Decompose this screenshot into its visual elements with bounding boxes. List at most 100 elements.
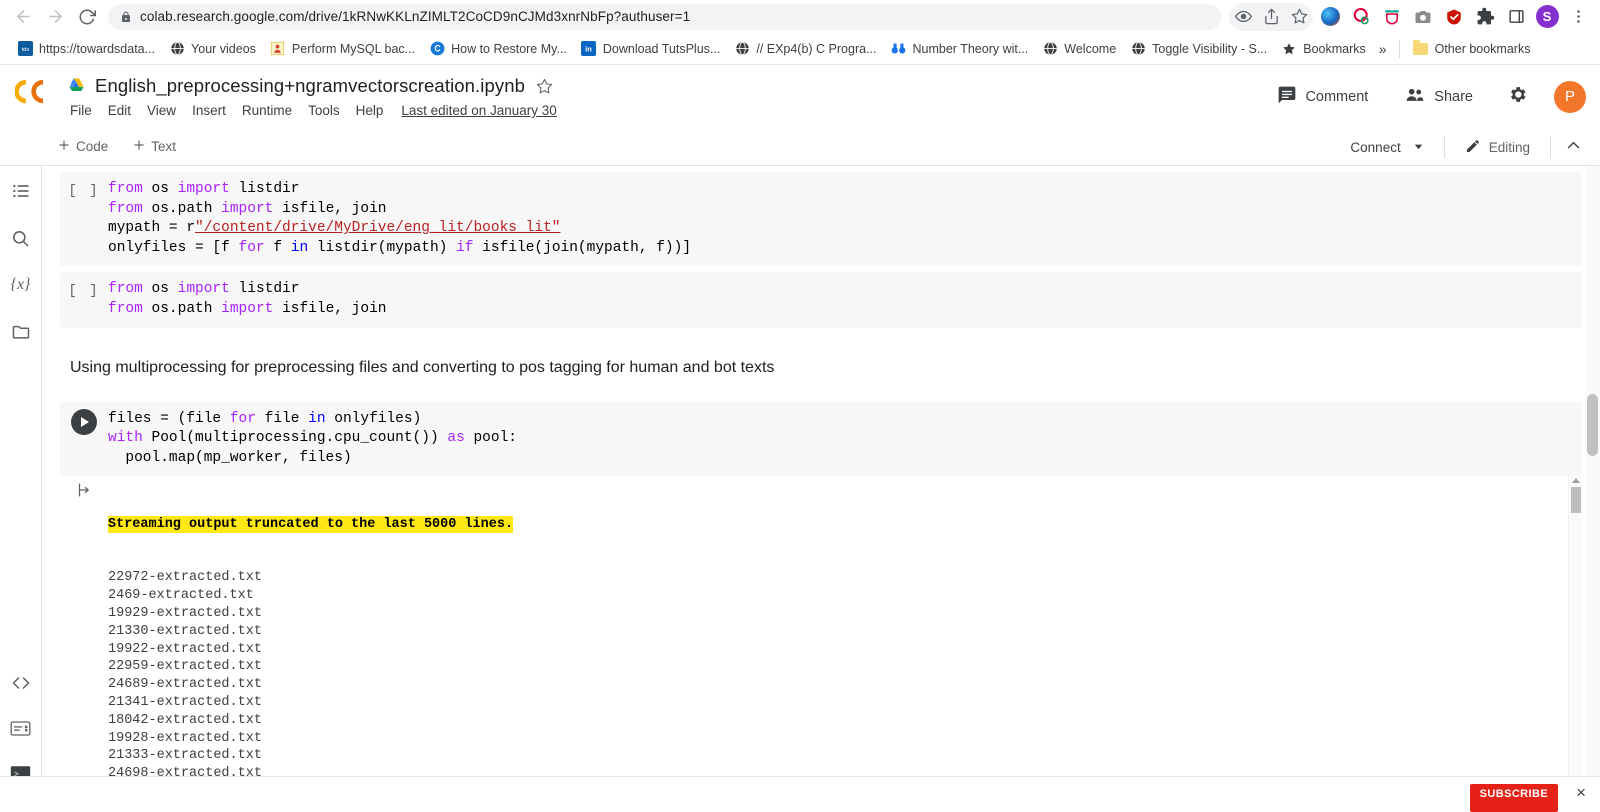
eye-icon[interactable] (1229, 3, 1257, 31)
colab-logo[interactable] (8, 65, 64, 104)
bookmark-item[interactable]: // EXp4(b) C Progra... (727, 38, 883, 60)
menu-view[interactable]: View (139, 100, 184, 121)
extension-shield-icon[interactable] (1440, 3, 1468, 31)
bookmark-star-icon[interactable] (1285, 3, 1313, 31)
editing-mode-button[interactable]: Editing (1455, 132, 1540, 163)
code-line: files = (file for file in onlyfiles) (108, 410, 517, 430)
other-bookmarks-folder[interactable]: Other bookmarks (1406, 38, 1538, 60)
back-icon[interactable] (8, 2, 38, 32)
extension-chrome-icon[interactable] (1316, 3, 1344, 31)
run-cell-prompt[interactable]: [ ] (68, 282, 99, 319)
extension-tab-icon[interactable] (1378, 3, 1406, 31)
bottom-overlay-bar: SUBSCRIBE × (0, 776, 1600, 807)
code-token: as (447, 430, 473, 446)
bookmark-item[interactable]: Number Theory wit... (884, 38, 1036, 60)
code-token: "/content/drive/MyDrive/eng_lit/books_li… (195, 220, 560, 236)
menu-file[interactable]: File (62, 100, 100, 121)
main-body: {x} >_ [ ] from os import listdirfrom os… (0, 166, 1600, 800)
notebook-scroll-area[interactable]: [ ] from os import listdirfrom os.path i… (42, 166, 1600, 800)
star-outline-icon[interactable] (534, 76, 555, 97)
code-token: from (108, 181, 152, 197)
last-edited-label[interactable]: Last edited on January 30 (395, 100, 562, 121)
share-button[interactable]: Share (1396, 79, 1481, 115)
menu-runtime[interactable]: Runtime (234, 100, 300, 121)
code-line: onlyfiles = [f for f in listdir(mypath) … (108, 239, 691, 259)
code-token: isfile, join (282, 201, 386, 217)
output-scrollbar[interactable] (1568, 476, 1582, 776)
menu-insert[interactable]: Insert (184, 100, 234, 121)
cell-gutter (60, 410, 108, 469)
page-scrollbar-thumb[interactable] (1587, 394, 1598, 456)
code-token: os (152, 181, 178, 197)
browser-action-icons: S (1229, 3, 1592, 31)
reload-icon[interactable] (72, 2, 102, 32)
output-line: 22959-extracted.txt (108, 658, 1582, 676)
code-token: files = (file (108, 411, 230, 427)
code-token: pool: (473, 430, 517, 446)
bookmark-label: // EXp4(b) C Progra... (756, 42, 876, 56)
code-cell[interactable]: [ ] from os import listdirfrom os.path i… (60, 272, 1582, 327)
bookmarks-overflow-icon[interactable]: » (1373, 38, 1393, 60)
other-bookmarks-label: Other bookmarks (1435, 42, 1531, 56)
share-icon[interactable] (1257, 3, 1285, 31)
toolbar-right-group: Connect Editing (1340, 128, 1586, 166)
bookmark-item[interactable]: Your videos (162, 38, 263, 60)
output-line: 24689-extracted.txt (108, 676, 1582, 694)
menu-help[interactable]: Help (348, 100, 392, 121)
bookmark-folder-bookmarks[interactable]: Bookmarks (1274, 38, 1373, 60)
search-icon[interactable] (6, 223, 36, 253)
profile-avatar[interactable]: S (1533, 3, 1561, 31)
code-cell-running[interactable]: files = (file for file in onlyfiles)with… (60, 402, 1582, 477)
subscribe-button[interactable]: SUBSCRIBE (1470, 784, 1558, 812)
variables-icon[interactable]: {x} (6, 270, 36, 300)
run-cell-button[interactable] (71, 409, 97, 435)
comment-icon (1277, 85, 1297, 109)
bookmark-item[interactable]: Welcome (1035, 38, 1123, 60)
editing-label: Editing (1489, 140, 1530, 155)
avatar[interactable]: P (1554, 81, 1586, 113)
bookmark-item[interactable]: C How to Restore My... (422, 38, 574, 60)
settings-button[interactable] (1501, 78, 1534, 115)
table-of-contents-icon[interactable] (6, 176, 36, 206)
output-file-list: 22972-extracted.txt2469-extracted.txt199… (108, 569, 1582, 776)
output-scrollbar-thumb[interactable] (1571, 487, 1581, 513)
forward-icon[interactable] (40, 2, 70, 32)
markdown-text-cell[interactable]: Using multiprocessing for preprocessing … (60, 350, 1582, 386)
output-text[interactable]: Streaming output truncated to the last 5… (108, 476, 1582, 776)
code-cell[interactable]: [ ] from os import listdirfrom os.path i… (60, 172, 1582, 266)
add-code-cell-button[interactable]: Code (48, 133, 117, 160)
extension-qr-icon[interactable] (1347, 3, 1375, 31)
bookmark-item[interactable]: in Download TutsPlus... (574, 38, 727, 60)
add-text-cell-button[interactable]: Text (123, 133, 185, 160)
files-folder-icon[interactable] (6, 317, 36, 347)
bookmark-item[interactable]: Perform MySQL bac... (263, 38, 422, 60)
close-icon[interactable]: × (1572, 782, 1590, 803)
connect-button[interactable]: Connect (1340, 134, 1433, 161)
bookmark-item[interactable]: tds https://towardsdata... (10, 38, 162, 60)
collapse-toolbar-button[interactable] (1561, 131, 1586, 163)
menu-edit[interactable]: Edit (100, 100, 139, 121)
comment-button[interactable]: Comment (1269, 79, 1376, 115)
code-snippets-icon[interactable] (6, 668, 36, 698)
output-line: 21333-extracted.txt (108, 747, 1582, 765)
three-dot-menu-icon[interactable] (1564, 3, 1592, 31)
code-content[interactable]: from os import listdirfrom os.path impor… (108, 180, 691, 258)
page-title[interactable]: English_preprocessing+ngramvectorscreati… (95, 75, 525, 97)
bookmarks-divider (1399, 40, 1400, 58)
menu-tools[interactable]: Tools (300, 100, 348, 121)
svg-text:in: in (586, 45, 593, 54)
bookmark-item[interactable]: Toggle Visibility - S... (1123, 38, 1274, 60)
code-line: mypath = r"/content/drive/MyDrive/eng_li… (108, 219, 691, 239)
page-scrollbar[interactable] (1585, 166, 1600, 800)
address-bar[interactable]: colab.research.google.com/drive/1kRNwKKL… (108, 4, 1221, 30)
extension-camera-icon[interactable] (1409, 3, 1437, 31)
code-content[interactable]: from os import listdirfrom os.path impor… (108, 280, 386, 319)
run-cell-prompt[interactable]: [ ] (68, 182, 99, 258)
scroll-up-arrow-icon[interactable] (1572, 478, 1580, 483)
output-line: 19928-extracted.txt (108, 730, 1582, 748)
puzzle-icon[interactable] (1471, 3, 1499, 31)
cell-output: Streaming output truncated to the last 5… (60, 476, 1582, 776)
code-content[interactable]: files = (file for file in onlyfiles)with… (108, 410, 517, 469)
sidepanel-icon[interactable] (1502, 3, 1530, 31)
command-palette-icon[interactable] (6, 713, 36, 743)
